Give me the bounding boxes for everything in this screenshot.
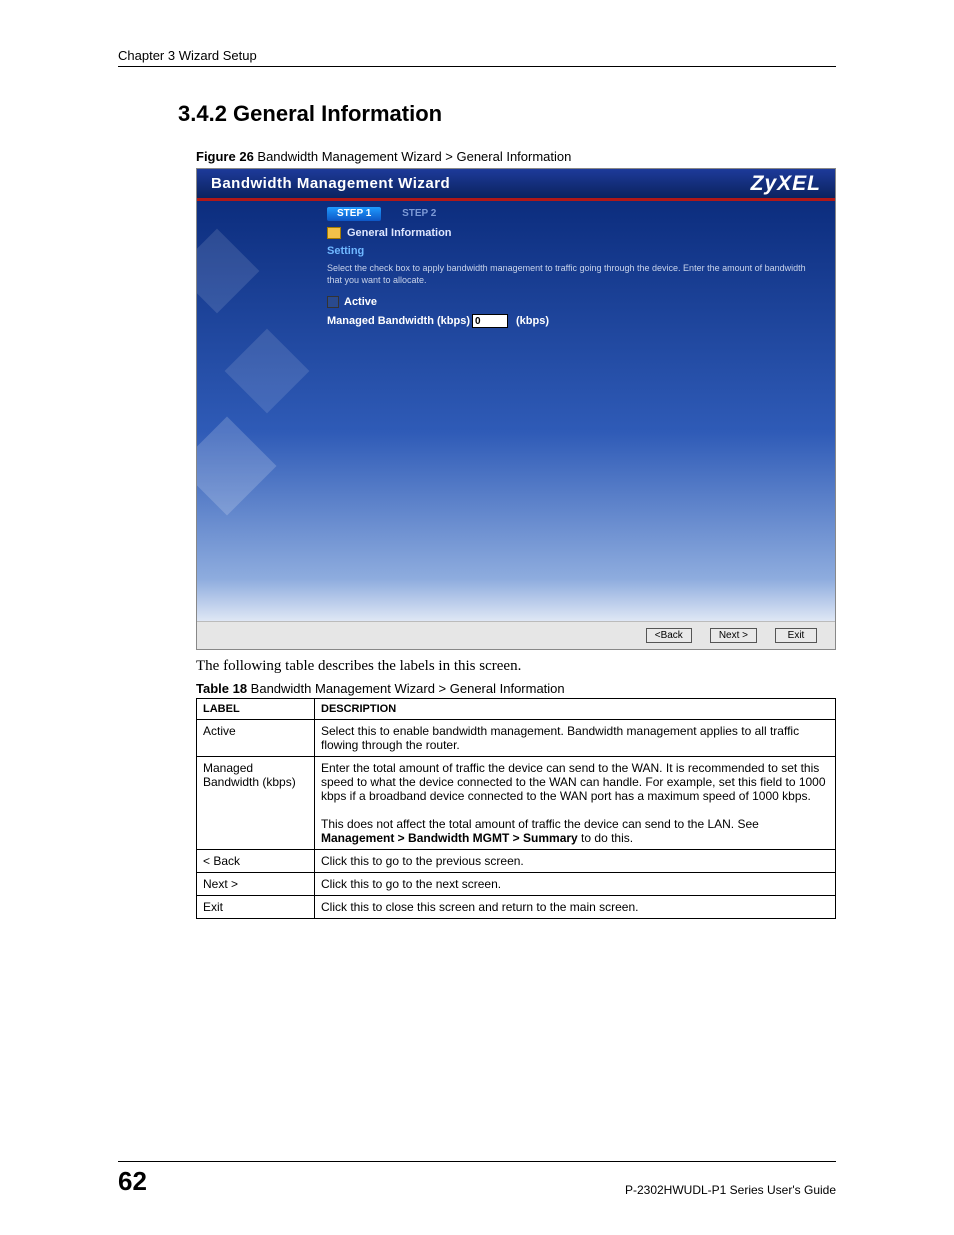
bandwidth-field-row: Managed Bandwidth (kbps) 0 (kbps) <box>327 314 823 328</box>
page-footer: 62 P-2302HWUDL-P1 Series User's Guide <box>118 1161 836 1197</box>
table-caption-text: Bandwidth Management Wizard > General In… <box>247 681 565 696</box>
wizard-section-row: General Information <box>327 227 823 239</box>
cell-desc-bold: Management > Bandwidth MGMT > Summary <box>321 831 578 845</box>
table-head-label: LABEL <box>197 699 315 720</box>
step-2-tab[interactable]: STEP 2 <box>384 207 446 221</box>
table-row: Exit Click this to close this screen and… <box>197 896 836 919</box>
active-checkbox-label: Active <box>344 296 377 308</box>
page-number: 62 <box>118 1166 147 1197</box>
bandwidth-unit: (kbps) <box>516 315 549 327</box>
guide-name: P-2302HWUDL-P1 Series User's Guide <box>625 1183 836 1197</box>
cell-label: Active <box>197 720 315 757</box>
setting-label: Setting <box>327 245 823 257</box>
exit-button[interactable]: Exit <box>775 628 817 643</box>
cell-desc: Click this to go to the next screen. <box>315 873 836 896</box>
table-row: < Back Click this to go to the previous … <box>197 850 836 873</box>
bandwidth-field-label: Managed Bandwidth (kbps) <box>327 315 470 327</box>
helper-text: Select the check box to apply bandwidth … <box>327 263 823 286</box>
cell-desc: Select this to enable bandwidth manageme… <box>315 720 836 757</box>
cell-desc: Click this to go to the previous screen. <box>315 850 836 873</box>
wizard-main: STEP 1 STEP 2 General Information Settin… <box>315 201 835 621</box>
table-row: Active Select this to enable bandwidth m… <box>197 720 836 757</box>
figure-caption: Figure 26 Bandwidth Management Wizard > … <box>196 149 836 164</box>
wizard-title: Bandwidth Management Wizard <box>211 175 450 192</box>
page-header: Chapter 3 Wizard Setup <box>118 48 836 67</box>
body-text: The following table describes the labels… <box>196 658 836 675</box>
table-row: Next > Click this to go to the next scre… <box>197 873 836 896</box>
cell-desc-p1: Enter the total amount of traffic the de… <box>321 761 826 803</box>
cell-label: Next > <box>197 873 315 896</box>
description-table: LABEL DESCRIPTION Active Select this to … <box>196 698 836 919</box>
wizard-titlebar: Bandwidth Management Wizard ZyXEL <box>197 169 835 201</box>
active-checkbox-row: Active <box>327 296 823 308</box>
cell-desc-p2a: This does not affect the total amount of… <box>321 817 759 831</box>
cell-desc: Click this to close this screen and retu… <box>315 896 836 919</box>
wizard-body: STEP 1 STEP 2 General Information Settin… <box>197 201 835 621</box>
wizard-window: Bandwidth Management Wizard ZyXEL STEP 1… <box>196 168 836 650</box>
step-1-tab[interactable]: STEP 1 <box>327 207 381 221</box>
table-head-desc: DESCRIPTION <box>315 699 836 720</box>
bandwidth-input[interactable]: 0 <box>472 314 508 328</box>
wizard-footer: <Back Next > Exit <box>197 621 835 649</box>
back-button[interactable]: <Back <box>646 628 692 643</box>
table-label: Table 18 <box>196 681 247 696</box>
brand-logo: ZyXEL <box>751 172 821 196</box>
table-row: Managed Bandwidth (kbps) Enter the total… <box>197 757 836 850</box>
wizard-section-title: General Information <box>347 227 452 239</box>
figure-caption-text: Bandwidth Management Wizard > General In… <box>254 149 572 164</box>
cell-label: Managed Bandwidth (kbps) <box>197 757 315 850</box>
folder-icon <box>327 227 341 239</box>
section-heading: 3.4.2 General Information <box>118 101 836 127</box>
cell-desc-p2b: to do this. <box>578 831 633 845</box>
table-caption: Table 18 Bandwidth Management Wizard > G… <box>196 681 836 696</box>
active-checkbox[interactable] <box>327 296 339 308</box>
wizard-sidebar <box>197 201 315 621</box>
figure-label: Figure 26 <box>196 149 254 164</box>
cell-label: Exit <box>197 896 315 919</box>
cell-label: < Back <box>197 850 315 873</box>
cell-desc: Enter the total amount of traffic the de… <box>315 757 836 850</box>
step-bar: STEP 1 STEP 2 <box>327 207 823 221</box>
next-button[interactable]: Next > <box>710 628 757 643</box>
